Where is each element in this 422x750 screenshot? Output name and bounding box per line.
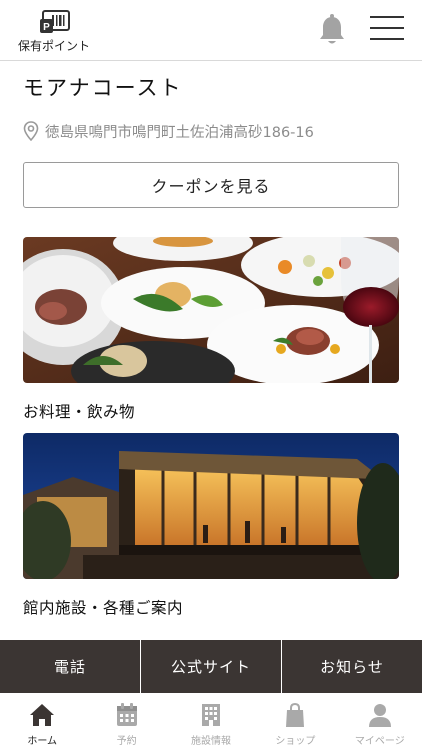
tab-home[interactable]: ホーム bbox=[0, 693, 84, 750]
dining-card-image[interactable] bbox=[23, 237, 399, 383]
facility-name: モアナコースト bbox=[23, 76, 183, 100]
calendar-icon bbox=[116, 703, 137, 726]
points-card-icon: P bbox=[40, 10, 70, 33]
tab-my-page[interactable]: マイページ bbox=[338, 693, 422, 750]
action-bar: 電話 公式サイト お知らせ bbox=[0, 640, 422, 693]
building-icon bbox=[202, 704, 221, 726]
tab-reservation[interactable]: 予約 bbox=[84, 693, 168, 750]
points-button[interactable]: P 保有ポイント bbox=[18, 10, 96, 54]
svg-text:P: P bbox=[43, 22, 50, 33]
location-pin-icon bbox=[23, 121, 39, 141]
points-label: 保有ポイント bbox=[18, 39, 91, 53]
official-site-button[interactable]: 公式サイト bbox=[141, 640, 282, 693]
news-button[interactable]: お知らせ bbox=[282, 640, 422, 693]
tab-shop[interactable]: ショップ bbox=[253, 693, 337, 750]
view-coupon-button[interactable]: クーポンを見る bbox=[23, 162, 399, 208]
tab-label: ショップ bbox=[275, 736, 316, 747]
user-icon bbox=[368, 704, 391, 727]
tab-label: マイページ bbox=[354, 736, 405, 747]
dining-card-label[interactable]: お料理・飲み物 bbox=[23, 400, 135, 422]
tab-label: 予約 bbox=[116, 736, 137, 747]
facility-address: 徳島県鳴門市鳴門町土佐泊浦高砂186-16 bbox=[23, 120, 314, 142]
facility-guide-card-label[interactable]: 館内施設・各種ご案内 bbox=[23, 596, 183, 618]
address-text: 徳島県鳴門市鳴門町土佐泊浦高砂186-16 bbox=[45, 124, 314, 141]
bottom-tab-bar: ホーム 予約 施設情報 ショップ マイページ bbox=[0, 693, 422, 750]
dining-dishes-wine-photo bbox=[23, 237, 399, 383]
hamburger-menu-icon[interactable] bbox=[370, 16, 404, 46]
app-header: P 保有ポイント bbox=[0, 0, 422, 61]
tab-label: 施設情報 bbox=[191, 736, 232, 747]
phone-button[interactable]: 電話 bbox=[0, 640, 141, 693]
bell-icon[interactable] bbox=[318, 14, 346, 46]
building-exterior-night-photo bbox=[23, 433, 399, 579]
home-icon bbox=[30, 704, 55, 726]
tab-facility-info[interactable]: 施設情報 bbox=[169, 693, 253, 750]
facility-guide-card-image[interactable] bbox=[23, 433, 399, 579]
shopping-bag-icon bbox=[286, 702, 305, 727]
tab-label: ホーム bbox=[27, 736, 58, 747]
